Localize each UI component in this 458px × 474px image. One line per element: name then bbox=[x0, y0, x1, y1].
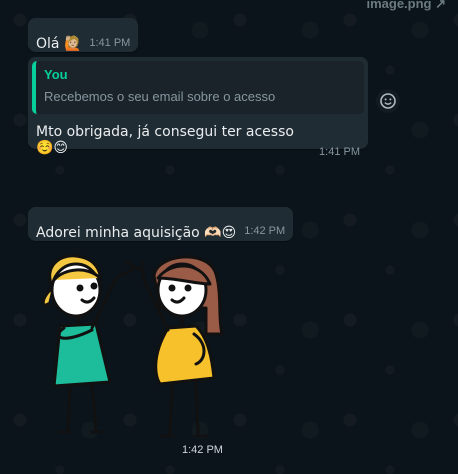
quote-author: You bbox=[44, 67, 68, 82]
high-five-sticker[interactable] bbox=[30, 248, 230, 443]
image-label: image.png ↗ bbox=[366, 0, 446, 11]
message-bubble-with-reply[interactable]: You Recebemos o seu email sobre o acesso… bbox=[28, 57, 368, 158]
message-bubble[interactable]: Olá 🙋🏼 1:41 PM bbox=[28, 18, 139, 52]
quote-text: Recebemos o seu email sobre o acesso bbox=[44, 89, 276, 104]
emoji-reaction-icon[interactable] bbox=[376, 89, 400, 113]
quoted-message[interactable]: You Recebemos o seu email sobre o acesso bbox=[32, 61, 364, 114]
message-time: 1:41 PM bbox=[89, 37, 131, 49]
sticker-time: 1:42 PM bbox=[176, 441, 229, 459]
message-time: 1:42 PM bbox=[244, 225, 286, 237]
message-text: Mto obrigada, já consegui ter acesso ☺️😊 bbox=[36, 124, 294, 156]
message-bubble[interactable]: Adorei minha aquisição 🫶🏻😍 1:42 PM bbox=[28, 207, 294, 241]
message-text: Olá 🙋🏼 bbox=[36, 36, 82, 52]
message-text: Adorei minha aquisição 🫶🏻😍 bbox=[36, 225, 237, 241]
message-time: 1:41 PM bbox=[319, 146, 360, 158]
